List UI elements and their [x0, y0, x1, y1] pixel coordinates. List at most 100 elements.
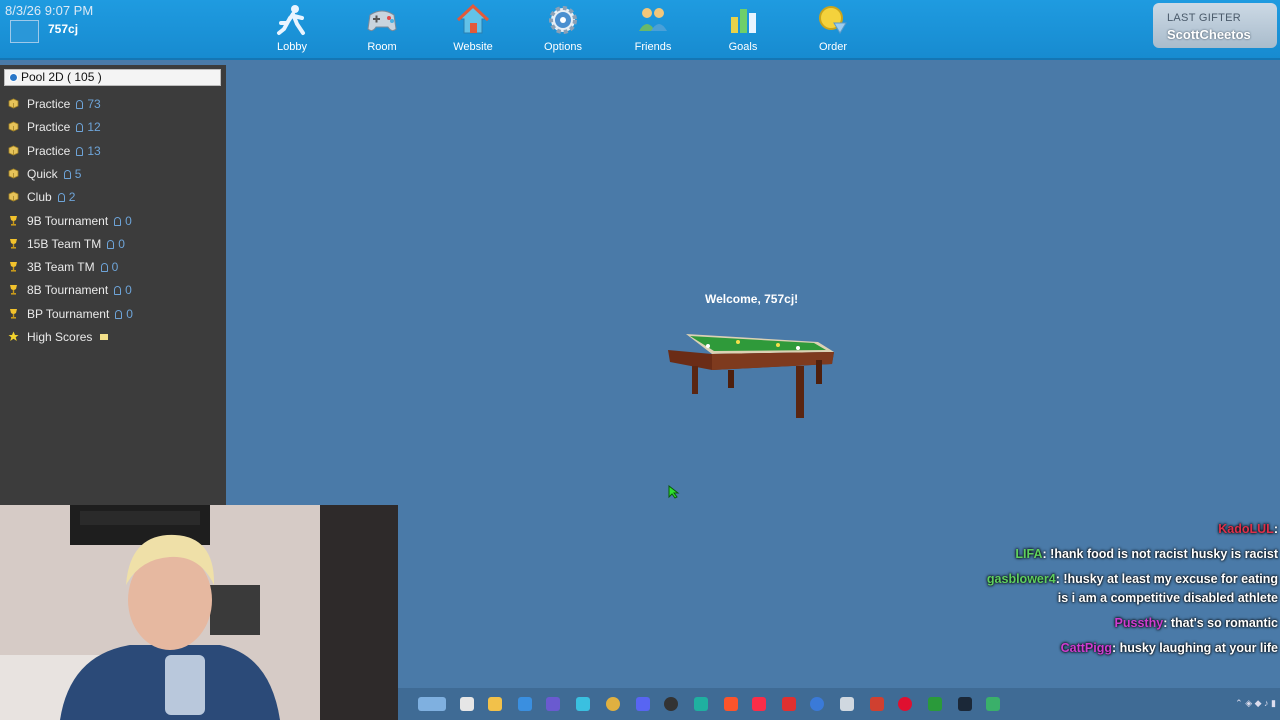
nav-friends[interactable]: Friends	[613, 3, 693, 55]
box-icon	[8, 121, 19, 132]
chat-separator: :	[1112, 641, 1120, 655]
nav-label: Goals	[728, 41, 758, 53]
nav-goals[interactable]: Goals	[703, 3, 783, 55]
trophy-icon	[8, 238, 19, 249]
store-icon[interactable]	[576, 697, 590, 711]
chat-text: that's so romantic	[1170, 616, 1278, 630]
room-item-label: 15B Team TM	[27, 236, 102, 251]
mouse-cursor	[668, 485, 680, 499]
nav-label: Website	[453, 41, 493, 53]
nav-order[interactable]: Order	[793, 3, 873, 55]
nav-label: Options	[544, 41, 582, 53]
box-icon	[8, 145, 19, 156]
webcam-overlay	[0, 505, 398, 720]
player-count: 0	[125, 213, 132, 228]
nav-website[interactable]: Website	[433, 3, 513, 55]
brave-icon[interactable]	[724, 697, 738, 711]
room-item-label: BP Tournament	[27, 306, 110, 321]
room-item-15b-team-tm[interactable]: 15B Team TM 0	[8, 237, 125, 255]
chat-message: gasblower4: !husky at least my excuse fo…	[978, 570, 1278, 608]
chat-separator: :	[1163, 616, 1171, 630]
webcam-image	[0, 505, 398, 720]
chat-message: KadoLUL:	[978, 520, 1278, 539]
nav-label: Friends	[634, 41, 672, 53]
room-item-practice[interactable]: Practice 12	[8, 120, 101, 138]
room-item-practice[interactable]: Practice 13	[8, 144, 101, 162]
teams-icon[interactable]	[546, 697, 560, 711]
player-count-icon	[76, 146, 84, 156]
timestamp: 8/3/26 9:07 PM	[5, 3, 94, 18]
last-gifter-panel: LAST GIFTER ScottCheetos	[1153, 3, 1277, 48]
room-item-high-scores[interactable]: High Scores	[8, 330, 109, 348]
bar-chart-icon	[731, 9, 756, 33]
chat-username: KadoLUL	[1218, 522, 1274, 536]
player-count: 73	[87, 97, 101, 111]
app-icon[interactable]	[840, 697, 854, 711]
weather-widget-icon[interactable]	[418, 697, 446, 711]
trophy-icon	[8, 308, 19, 319]
discord-icon[interactable]	[636, 697, 650, 711]
room-item-practice[interactable]: Practice 73	[8, 97, 101, 115]
app-icon[interactable]	[898, 697, 912, 711]
app-icon[interactable]	[870, 697, 884, 711]
trophy-icon	[8, 284, 19, 295]
room-item-label: Practice	[27, 143, 71, 158]
game-category-header[interactable]: Pool 2D ( 105 )	[4, 69, 221, 86]
room-item-bp-tournament[interactable]: BP Tournament 0	[8, 307, 133, 325]
avatar[interactable]	[10, 20, 39, 43]
room-item-9b-tournament[interactable]: 9B Tournament 0	[8, 214, 132, 232]
chat-message: Pussthy: that's so romantic	[978, 614, 1278, 633]
player-count: 0	[125, 283, 132, 298]
chat-text: !hank food is not racist husky is racist	[1050, 547, 1278, 561]
nav-lobby[interactable]: Lobby	[252, 3, 332, 55]
room-item-label: Practice	[27, 120, 71, 135]
chat-text: !husky at least my excuse for eating is …	[1057, 572, 1278, 605]
gifter-name: ScottCheetos	[1167, 27, 1251, 42]
player-count: 13	[87, 143, 101, 158]
house-icon	[456, 3, 490, 34]
runner-icon	[277, 5, 305, 35]
room-item-3b-team-tm[interactable]: 3B Team TM 0	[8, 260, 118, 278]
room-item-club[interactable]: Club 2	[8, 190, 75, 208]
room-item-8b-tournament[interactable]: 8B Tournament 0	[8, 283, 132, 301]
box-icon	[8, 168, 19, 179]
nav-label: Order	[818, 41, 848, 53]
minecraft-icon[interactable]	[986, 697, 1000, 711]
player-count: 0	[118, 236, 125, 251]
room-item-quick[interactable]: Quick 5	[8, 167, 81, 185]
copilot-icon[interactable]	[518, 697, 532, 711]
file-explorer-icon[interactable]	[488, 697, 502, 711]
chat-username: Pussthy	[1114, 616, 1164, 630]
player-count-icon	[100, 263, 108, 273]
player-count-icon	[76, 123, 84, 133]
room-item-label: 3B Team TM	[27, 260, 95, 275]
app-icon[interactable]	[782, 697, 796, 711]
top-bar: 8/3/26 9:07 PM 757cj Lobby Room Website	[0, 0, 1280, 60]
gifter-label: LAST GIFTER	[1167, 12, 1241, 24]
player-count: 5	[74, 166, 82, 181]
app-icon[interactable]	[694, 697, 708, 711]
room-item-label: High Scores	[27, 330, 93, 344]
chrome-icon[interactable]	[606, 697, 620, 711]
room-item-label: 8B Tournament	[27, 283, 109, 298]
room-item-label: Practice	[27, 97, 71, 111]
player-count: 0	[126, 306, 133, 321]
steam-icon[interactable]	[958, 697, 972, 711]
player-count-icon	[107, 239, 115, 249]
obs-icon[interactable]	[664, 697, 678, 711]
player-count: 2	[68, 190, 76, 205]
mail-icon	[100, 334, 109, 340]
xbox-icon[interactable]	[928, 697, 942, 711]
category-title: Pool 2D ( 105 )	[21, 70, 102, 84]
nav-options[interactable]: Options	[523, 3, 603, 55]
system-tray[interactable]: ⌃ ◈ ◆ ♪ ▮	[1235, 698, 1276, 709]
help-icon[interactable]	[810, 697, 824, 711]
music-icon[interactable]	[752, 697, 766, 711]
player-count-icon	[114, 216, 122, 226]
task-view-icon[interactable]	[460, 697, 474, 711]
chat-username: LIFA	[1015, 547, 1043, 561]
player-count-icon	[57, 193, 65, 203]
player-count-icon	[76, 100, 84, 109]
nav-room[interactable]: Room	[342, 3, 422, 55]
username: 757cj	[48, 22, 79, 36]
